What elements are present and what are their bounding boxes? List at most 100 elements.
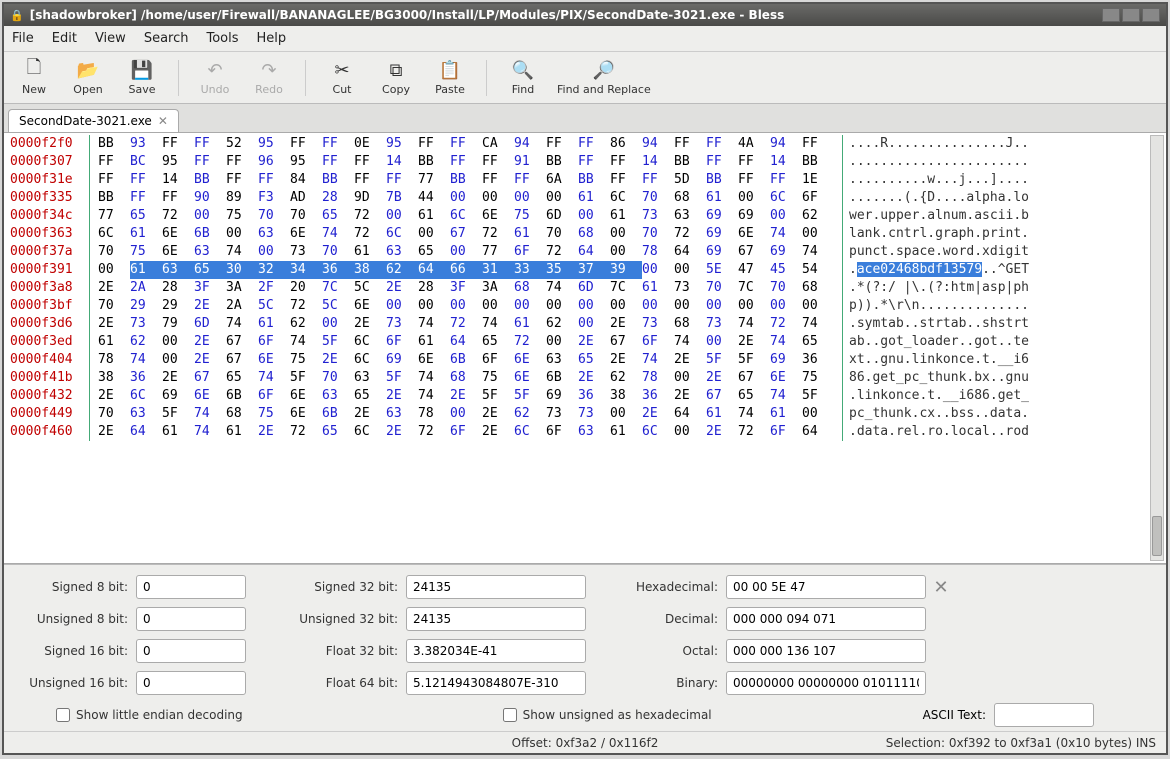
new-button[interactable]: 🗋New xyxy=(14,59,54,96)
bytes-cell[interactable]: 006163653032343638626466313335373900005E… xyxy=(90,261,843,279)
unsigned-hex-checkbox[interactable]: Show unsigned as hexadecimal xyxy=(503,708,712,722)
hex-row[interactable]: 0000f3bf7029292E2A5C725C6E00000000000000… xyxy=(4,297,1166,315)
offset-cell: 0000f34c xyxy=(4,207,90,225)
s16-label: Signed 16 bit: xyxy=(16,644,136,658)
bytes-cell[interactable]: 38362E6765745F70635F7468756E6B2E6278002E… xyxy=(90,369,843,387)
bytes-cell[interactable]: 2E2A283F3A2F207C5C2E283F3A68746D7C617370… xyxy=(90,279,843,297)
u32-field[interactable] xyxy=(406,607,586,631)
menu-edit[interactable]: Edit xyxy=(52,31,77,46)
inspector-close-icon[interactable]: ✕ xyxy=(926,577,956,598)
bytes-cell[interactable]: 2E646174612E72656C2E726F2E6C6F63616C002E… xyxy=(90,423,843,441)
copy-button[interactable]: ⧉Copy xyxy=(376,59,416,96)
u16-field[interactable] xyxy=(136,671,246,695)
oct-field[interactable] xyxy=(726,639,926,663)
hex-row[interactable]: 0000f4602E646174612E72656C2E726F2E6C6F63… xyxy=(4,423,1166,441)
hex-row[interactable]: 0000f41b38362E6765745F70635F7468756E6B2E… xyxy=(4,369,1166,387)
s32-field[interactable] xyxy=(406,575,586,599)
hex-row[interactable]: 0000f2f0BB93FFFF5295FFFF0E95FFFFCA94FFFF… xyxy=(4,135,1166,153)
bytes-cell[interactable]: 70756E637400737061636500776F726400786469… xyxy=(90,243,843,261)
hex-row[interactable]: 0000f3a82E2A283F3A2F207C5C2E283F3A68746D… xyxy=(4,279,1166,297)
ascii-cell[interactable]: .*(?:/ |\.(?:htm|asp|ph xyxy=(843,279,1029,297)
dec-field[interactable] xyxy=(726,607,926,631)
bytes-cell[interactable]: 7029292E2A5C725C6E0000000000000000000000… xyxy=(90,297,843,315)
bytes-cell[interactable]: 7874002E676E752E6C696E6B6F6E63652E742E5F… xyxy=(90,351,843,369)
ascii-cell[interactable]: ....................... xyxy=(843,153,1029,171)
bytes-cell[interactable]: 6162002E676F745F6C6F61646572002E676F7400… xyxy=(90,333,843,351)
hex-row[interactable]: 0000f3636C616E6B00636E74726C006772617068… xyxy=(4,225,1166,243)
u8-field[interactable] xyxy=(136,607,246,631)
close-window-button[interactable] xyxy=(1142,8,1160,22)
save-button[interactable]: 💾Save xyxy=(122,59,162,96)
scrollbar-thumb[interactable] xyxy=(1152,516,1162,556)
bin-field[interactable] xyxy=(726,671,926,695)
hex-row[interactable]: 0000f3ed6162002E676F745F6C6F61646572002E… xyxy=(4,333,1166,351)
ascii-cell[interactable]: lank.cntrl.graph.print. xyxy=(843,225,1029,243)
hex-view[interactable]: 0000f2f0BB93FFFF5295FFFF0E95FFFFCA94FFFF… xyxy=(4,132,1166,564)
ascii-cell[interactable]: p)).*\r\n.............. xyxy=(843,297,1029,315)
find-button[interactable]: 🔍Find xyxy=(503,59,543,96)
find-replace-button[interactable]: 🔎Find and Replace xyxy=(557,59,651,96)
ascii-cell[interactable]: ..........w...j...].... xyxy=(843,171,1029,189)
bytes-cell[interactable]: BB93FFFF5295FFFF0E95FFFFCA94FFFF8694FFFF… xyxy=(90,135,843,153)
offset-cell: 0000f391 xyxy=(4,261,90,279)
ascii-cell[interactable]: .linkonce.t.__i686.get_ xyxy=(843,387,1029,405)
hex-row[interactable]: 0000f335BBFFFF9089F3AD289D7B440000000061… xyxy=(4,189,1166,207)
ascii-cell[interactable]: .data.rel.ro.local..rod xyxy=(843,423,1029,441)
ascii-cell[interactable]: xt..gnu.linkonce.t.__i6 xyxy=(843,351,1029,369)
bytes-cell[interactable]: 70635F7468756E6B2E6378002E627373002E6461… xyxy=(90,405,843,423)
open-button[interactable]: 📂Open xyxy=(68,59,108,96)
menu-tools[interactable]: Tools xyxy=(206,31,238,46)
ascii-cell[interactable]: 86.get_pc_thunk.bx..gnu xyxy=(843,369,1029,387)
menu-file[interactable]: File xyxy=(12,31,34,46)
bytes-cell[interactable]: 6C616E6B00636E74726C00677261706800707269… xyxy=(90,225,843,243)
ascii-cell[interactable]: .ace02468bdf13579..^GET xyxy=(843,261,1029,279)
s8-field[interactable] xyxy=(136,575,246,599)
bytes-cell[interactable]: BBFFFF9089F3AD289D7B4400000000616C706861… xyxy=(90,189,843,207)
f64-field[interactable] xyxy=(406,671,586,695)
redo-button[interactable]: ↷Redo xyxy=(249,59,289,96)
u16-label: Unsigned 16 bit: xyxy=(16,676,136,690)
hex-row[interactable]: 0000f37a70756E637400737061636500776F7264… xyxy=(4,243,1166,261)
hex-row[interactable]: 0000f4322E6C696E6B6F6E63652E742E5F5F6936… xyxy=(4,387,1166,405)
cut-button[interactable]: ✂Cut xyxy=(322,59,362,96)
toolbar: 🗋New 📂Open 💾Save ↶Undo ↷Redo ✂Cut ⧉Copy … xyxy=(4,52,1166,104)
ascii-field[interactable] xyxy=(994,703,1094,727)
menu-search[interactable]: Search xyxy=(144,31,189,46)
window-title: [shadowbroker] /home/user/Firewall/BANAN… xyxy=(30,8,785,22)
tab-seconddate[interactable]: SecondDate-3021.exe ✕ xyxy=(8,109,179,132)
hex-row[interactable]: 0000f4047874002E676E752E6C696E6B6F6E6365… xyxy=(4,351,1166,369)
ascii-cell[interactable]: pc_thunk.cx..bss..data. xyxy=(843,405,1029,423)
undo-button[interactable]: ↶Undo xyxy=(195,59,235,96)
maximize-button[interactable] xyxy=(1122,8,1140,22)
ascii-label: ASCII Text: xyxy=(923,708,986,722)
bytes-cell[interactable]: FFBC95FFFF9695FFFF14BBFFFF91BBFFFF14BBFF… xyxy=(90,153,843,171)
paste-button[interactable]: 📋Paste xyxy=(430,59,470,96)
f32-field[interactable] xyxy=(406,639,586,663)
undo-icon: ↶ xyxy=(204,59,226,81)
hex-row[interactable]: 0000f31eFFFF14BBFFFF84BBFFFF77BBFFFF6ABB… xyxy=(4,171,1166,189)
bytes-cell[interactable]: FFFF14BBFFFF84BBFFFF77BBFFFF6ABBFFFF5DBB… xyxy=(90,171,843,189)
hex-row[interactable]: 0000f34c77657200757070657200616C6E756D00… xyxy=(4,207,1166,225)
ascii-cell[interactable]: punct.space.word.xdigit xyxy=(843,243,1029,261)
bytes-cell[interactable]: 2E73796D746162002E737472746162002E736873… xyxy=(90,315,843,333)
ascii-cell[interactable]: .symtab..strtab..shstrt xyxy=(843,315,1029,333)
minimize-button[interactable] xyxy=(1102,8,1120,22)
bytes-cell[interactable]: 77657200757070657200616C6E756D0061736369… xyxy=(90,207,843,225)
hex-row[interactable]: 0000f307FFBC95FFFF9695FFFF14BBFFFF91BBFF… xyxy=(4,153,1166,171)
vertical-scrollbar[interactable] xyxy=(1150,135,1164,561)
little-endian-checkbox[interactable]: Show little endian decoding xyxy=(56,708,243,722)
ascii-cell[interactable]: ab..got_loader..got..te xyxy=(843,333,1029,351)
hex-row[interactable]: 0000f39100616365303234363862646631333537… xyxy=(4,261,1166,279)
hex-field[interactable] xyxy=(726,575,926,599)
offset-cell: 0000f3d6 xyxy=(4,315,90,333)
hex-row[interactable]: 0000f44970635F7468756E6B2E6378002E627373… xyxy=(4,405,1166,423)
ascii-cell[interactable]: wer.upper.alnum.ascii.b xyxy=(843,207,1029,225)
s16-field[interactable] xyxy=(136,639,246,663)
menu-view[interactable]: View xyxy=(95,31,126,46)
ascii-cell[interactable]: ....R...............J.. xyxy=(843,135,1029,153)
menu-help[interactable]: Help xyxy=(257,31,287,46)
bytes-cell[interactable]: 2E6C696E6B6F6E63652E742E5F5F693638362E67… xyxy=(90,387,843,405)
hex-row[interactable]: 0000f3d62E73796D746162002E73747274616200… xyxy=(4,315,1166,333)
ascii-cell[interactable]: .......(.{D....alpha.lo xyxy=(843,189,1029,207)
tab-close-icon[interactable]: ✕ xyxy=(158,114,168,128)
